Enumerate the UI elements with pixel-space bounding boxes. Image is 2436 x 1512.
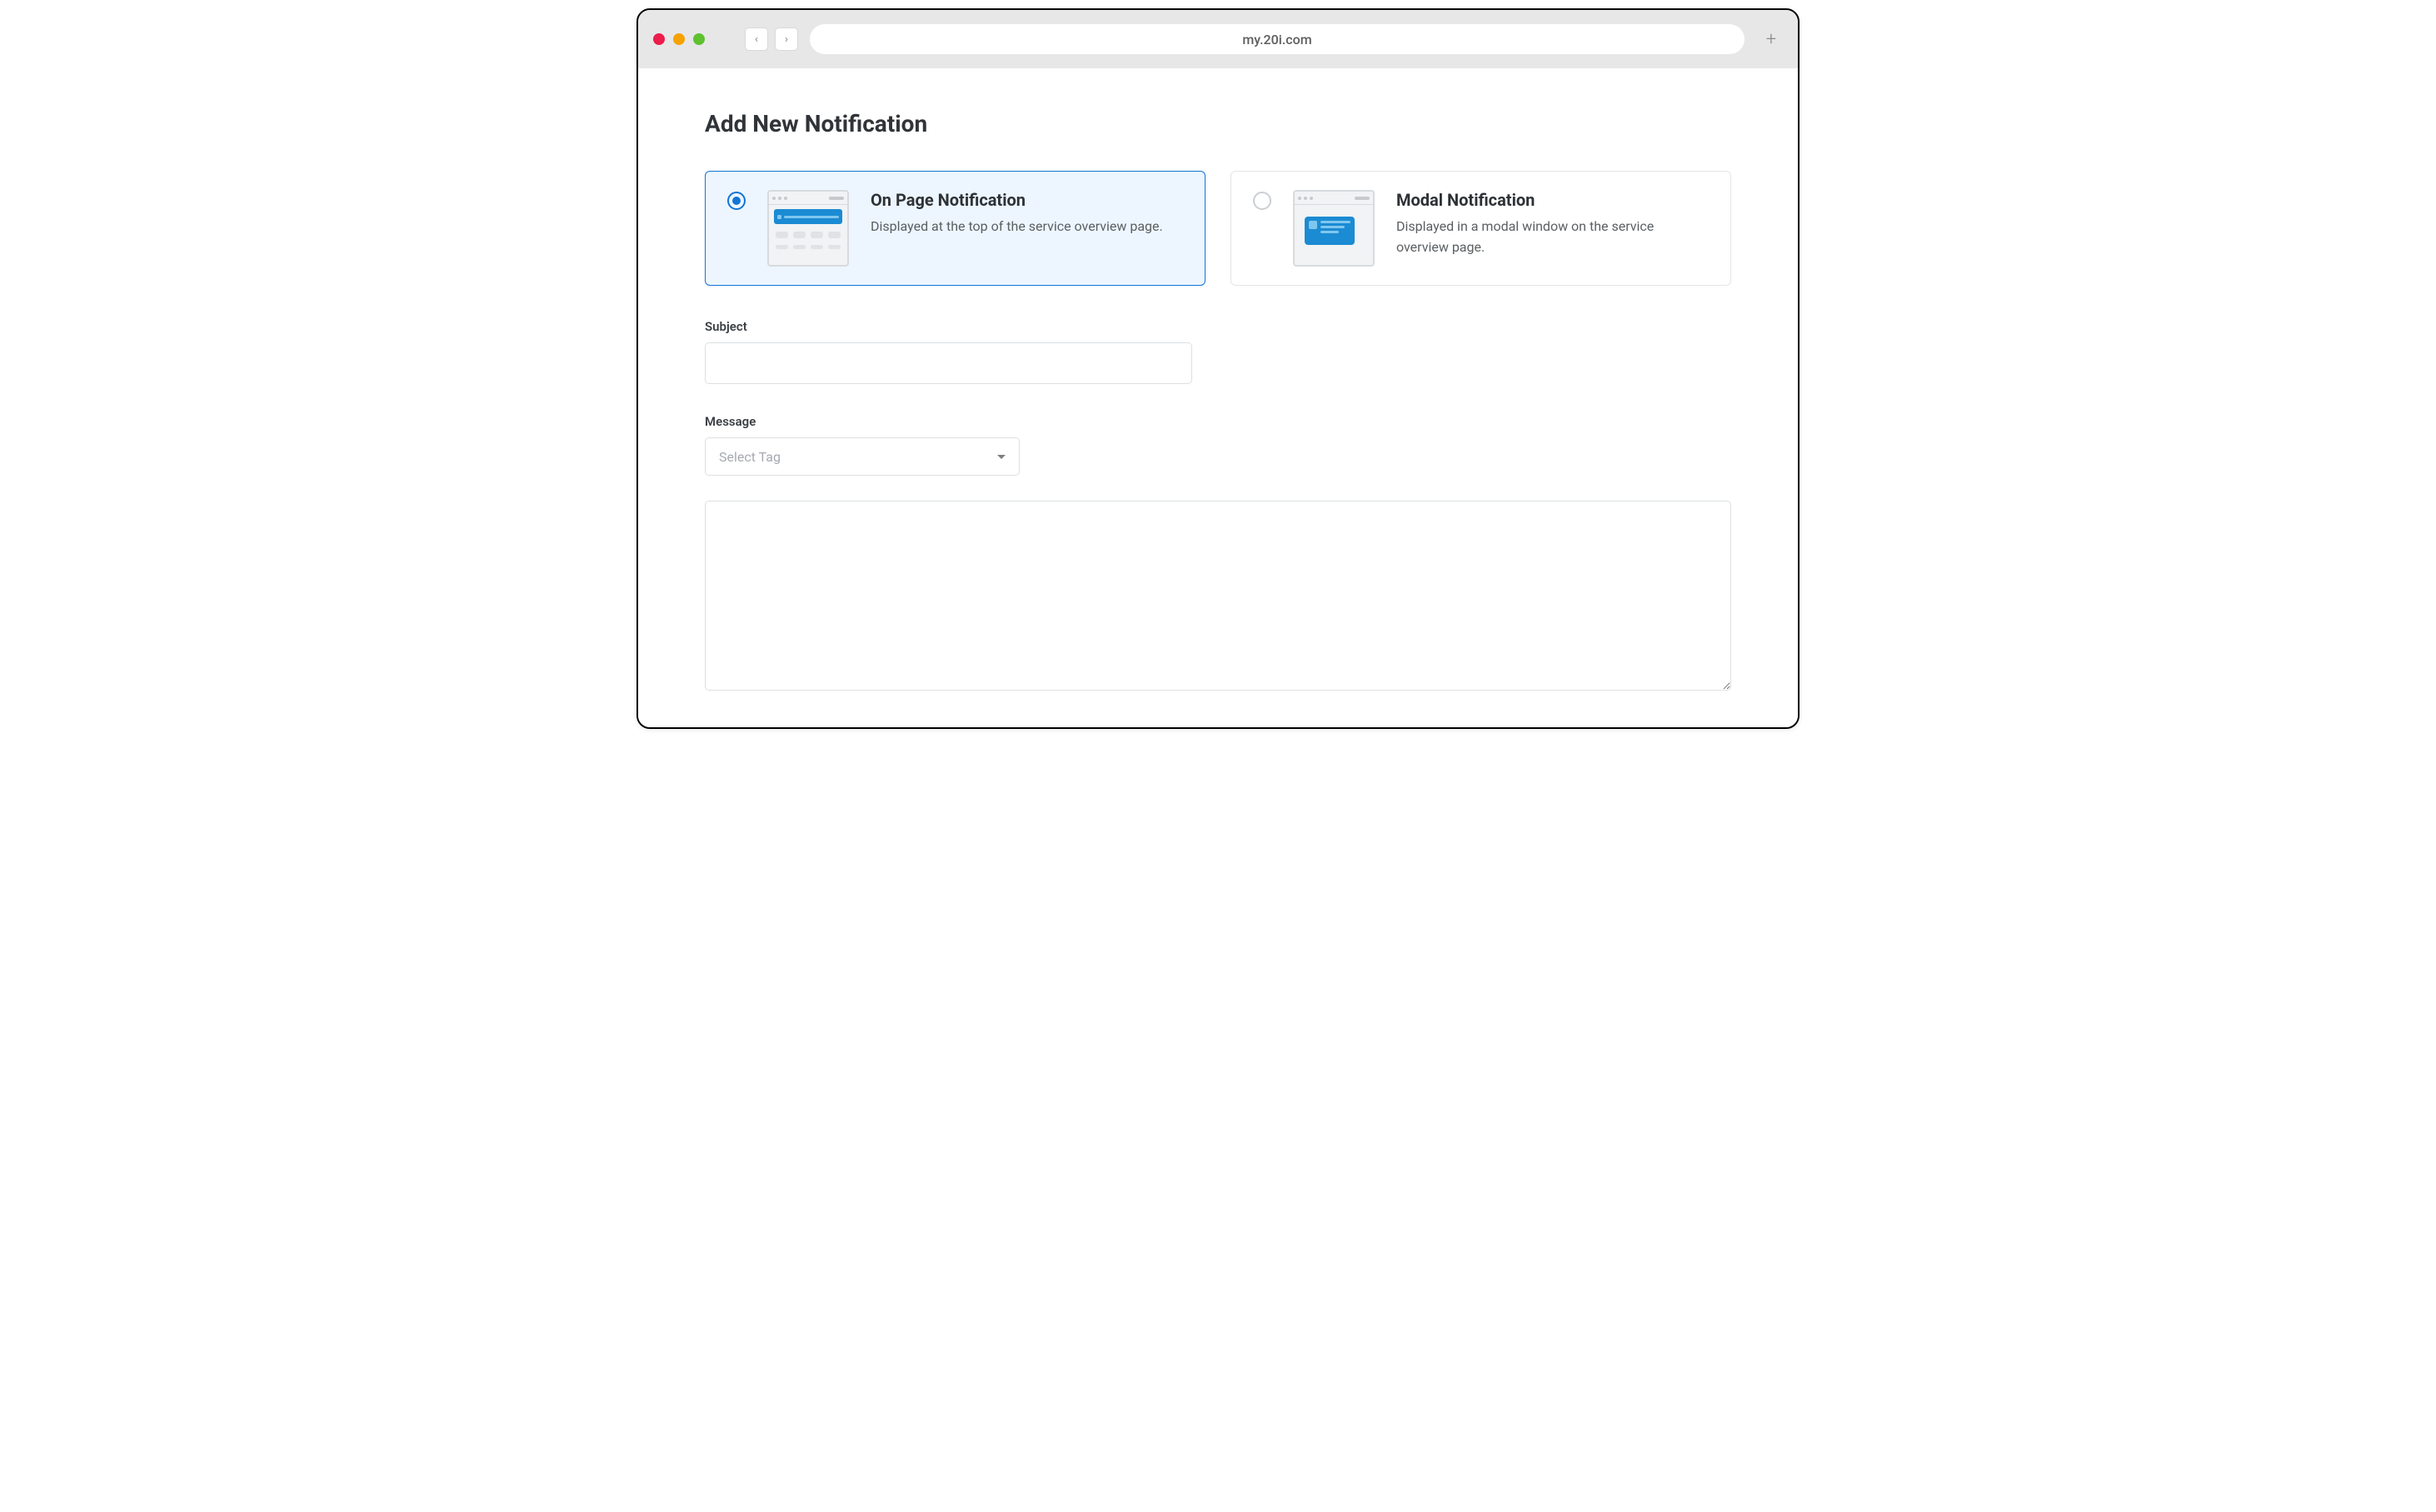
subject-input[interactable] [705,342,1192,384]
radio-dot-icon [732,197,741,205]
nav-back-button[interactable]: ‹ [745,27,768,51]
new-tab-button[interactable]: + [1760,27,1783,51]
radio-on-page[interactable] [727,192,746,210]
option-text: On Page Notification Displayed at the to… [871,190,1183,237]
select-tag-dropdown[interactable]: Select Tag [705,437,1020,476]
plus-icon: + [1766,29,1776,50]
browser-titlebar: ‹ › my.20i.com + [638,10,1798,68]
option-description: Displayed at the top of the service over… [871,217,1183,237]
option-title: Modal Notification [1396,190,1709,210]
chevron-right-icon: › [785,33,788,46]
page-title: Add New Notification [705,110,1731,137]
page-content: Add New Notification On Page Notificatio… [638,68,1798,727]
browser-window: ‹ › my.20i.com + Add New Notification [636,8,1800,729]
message-textarea[interactable] [705,501,1731,691]
modal-illustration-icon [1293,190,1375,267]
select-tag-placeholder: Select Tag [719,449,781,465]
option-on-page-notification[interactable]: On Page Notification Displayed at the to… [705,171,1206,286]
minimize-window-icon[interactable] [673,33,685,45]
on-page-illustration-icon [767,190,849,267]
option-modal-notification[interactable]: Modal Notification Displayed in a modal … [1230,171,1731,286]
subject-label: Subject [705,319,1731,334]
notification-type-options: On Page Notification Displayed at the to… [705,171,1731,286]
close-window-icon[interactable] [653,33,665,45]
address-bar[interactable]: my.20i.com [810,24,1745,54]
maximize-window-icon[interactable] [693,33,705,45]
option-title: On Page Notification [871,190,1183,210]
caret-down-icon [997,455,1006,459]
option-description: Displayed in a modal window on the servi… [1396,217,1709,258]
option-text: Modal Notification Displayed in a modal … [1396,190,1709,258]
address-bar-url: my.20i.com [1242,32,1311,47]
nav-forward-button[interactable]: › [775,27,798,51]
window-traffic-lights [653,33,705,45]
radio-modal[interactable] [1253,192,1271,210]
chevron-left-icon: ‹ [755,33,758,46]
message-label: Message [705,414,1731,429]
